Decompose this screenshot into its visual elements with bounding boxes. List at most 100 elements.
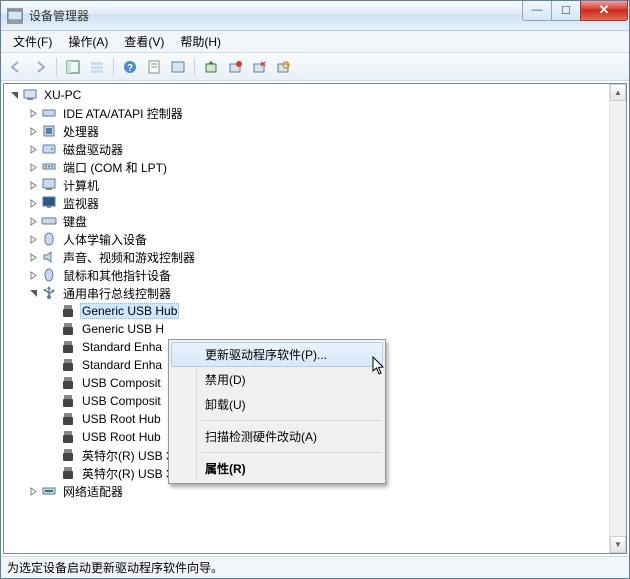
tree-label: 磁盘驱动器 [61, 140, 125, 159]
expander-icon[interactable] [25, 249, 41, 265]
usbdev-icon [60, 447, 76, 463]
properties-button[interactable] [143, 56, 165, 78]
tree-label: USB Composit [80, 375, 163, 391]
titlebar: 设备管理器 — ☐ ✕ [1, 1, 629, 31]
svg-text:?: ? [127, 63, 133, 74]
context-menu-item[interactable]: 属性(R) [171, 456, 383, 481]
tree-device[interactable]: Generic USB Hub [4, 302, 609, 320]
ide-icon [41, 105, 57, 121]
context-menu-item[interactable]: 禁用(D) [171, 367, 383, 392]
expander-icon[interactable] [44, 447, 60, 463]
statusbar: 为选定设备启动更新驱动程序软件向导。 [1, 556, 629, 578]
tree-category[interactable]: 磁盘驱动器 [4, 140, 609, 158]
expander-icon[interactable] [6, 87, 22, 103]
context-menu-item[interactable]: 卸载(U) [171, 392, 383, 417]
tree-label: Generic USB Hub [80, 303, 179, 319]
cpu-icon [41, 123, 57, 139]
expander-icon[interactable] [25, 141, 41, 157]
tree-category[interactable]: 网络适配器 [4, 482, 609, 500]
scan-hardware-button[interactable] [272, 56, 294, 78]
expander-icon[interactable] [44, 339, 60, 355]
expander-icon[interactable] [44, 429, 60, 445]
tree-category[interactable]: 声音、视频和游戏控制器 [4, 248, 609, 266]
context-menu: 更新驱动程序软件(P)...禁用(D)卸载(U) 扫描检测硬件改动(A) 属性(R) [168, 339, 386, 484]
expander-icon[interactable] [44, 321, 60, 337]
refresh-button[interactable] [167, 56, 189, 78]
menubar: 文件(F) 操作(A) 查看(V) 帮助(H) [1, 31, 629, 53]
tree-device[interactable]: Generic USB H [4, 320, 609, 338]
tree-label: 鼠标和其他指针设备 [61, 266, 173, 285]
net-icon [41, 483, 57, 499]
sound-icon [41, 249, 57, 265]
tree-category[interactable]: 计算机 [4, 176, 609, 194]
expander-icon[interactable] [44, 411, 60, 427]
tree-category[interactable]: IDE ATA/ATAPI 控制器 [4, 104, 609, 122]
scroll-up-arrow[interactable]: ▲ [610, 84, 626, 101]
tree-category[interactable]: 处理器 [4, 122, 609, 140]
back-button[interactable] [5, 56, 27, 78]
scroll-down-arrow[interactable]: ▼ [610, 536, 626, 553]
expander-icon[interactable] [44, 375, 60, 391]
context-menu-item[interactable]: 更新驱动程序软件(P)... [171, 342, 383, 367]
menu-help[interactable]: 帮助(H) [172, 31, 229, 52]
tree-label: USB Root Hub [80, 411, 163, 427]
menu-view[interactable]: 查看(V) [116, 31, 172, 52]
maximize-button[interactable]: ☐ [551, 1, 581, 21]
tree-category[interactable]: 人体学输入设备 [4, 230, 609, 248]
tree-category[interactable]: 通用串行总线控制器 [4, 284, 609, 302]
tree-label: XU-PC [42, 87, 83, 103]
expander-icon[interactable] [25, 159, 41, 175]
expander-icon[interactable] [44, 393, 60, 409]
expander-icon[interactable] [25, 213, 41, 229]
tree-label: Generic USB H [80, 321, 166, 337]
tree-root[interactable]: XU-PC [4, 86, 609, 104]
usbdev-icon [60, 357, 76, 373]
root-icon [22, 87, 38, 103]
expander-icon[interactable] [25, 483, 41, 499]
computer-icon [41, 177, 57, 193]
vertical-scrollbar[interactable]: ▲ ▼ [609, 84, 626, 553]
expander-icon[interactable] [25, 177, 41, 193]
context-menu-item[interactable]: 扫描检测硬件改动(A) [171, 424, 383, 449]
expander-icon[interactable] [25, 123, 41, 139]
device-manager-window: 设备管理器 — ☐ ✕ 文件(F) 操作(A) 查看(V) 帮助(H) ? XU… [0, 0, 630, 579]
forward-button[interactable] [29, 56, 51, 78]
expander-icon[interactable] [44, 357, 60, 373]
tree-label: 键盘 [61, 212, 89, 231]
expander-icon[interactable] [44, 303, 60, 319]
hid-icon [41, 231, 57, 247]
tree-label: 处理器 [61, 122, 101, 141]
port-icon [41, 159, 57, 175]
menu-file[interactable]: 文件(F) [5, 31, 60, 52]
tree-category[interactable]: 键盘 [4, 212, 609, 230]
show-hidden-button[interactable] [62, 56, 84, 78]
expander-icon[interactable] [25, 195, 41, 211]
keyboard-icon [41, 213, 57, 229]
tree-category[interactable]: 端口 (COM 和 LPT) [4, 158, 609, 176]
uninstall-button[interactable] [248, 56, 270, 78]
expander-icon[interactable] [25, 231, 41, 247]
context-menu-separator [201, 420, 381, 421]
tree-label: Standard Enha [80, 357, 164, 373]
expander-icon[interactable] [25, 285, 41, 301]
usbdev-icon [60, 303, 76, 319]
tree-label: USB Composit [80, 393, 163, 409]
disable-button[interactable] [224, 56, 246, 78]
minimize-button[interactable]: — [522, 1, 552, 21]
close-button[interactable]: ✕ [580, 1, 628, 21]
tree-category[interactable]: 鼠标和其他指针设备 [4, 266, 609, 284]
update-driver-button[interactable] [200, 56, 222, 78]
window-buttons: — ☐ ✕ [523, 1, 629, 21]
expander-icon[interactable] [44, 465, 60, 481]
expander-icon[interactable] [25, 267, 41, 283]
tree-label: IDE ATA/ATAPI 控制器 [61, 104, 185, 123]
tree-label: 声音、视频和游戏控制器 [61, 248, 197, 267]
view-button[interactable] [86, 56, 108, 78]
usbdev-icon [60, 465, 76, 481]
help-button[interactable]: ? [119, 56, 141, 78]
tree-label: 监视器 [61, 194, 101, 213]
expander-icon[interactable] [25, 105, 41, 121]
tree-category[interactable]: 监视器 [4, 194, 609, 212]
tree-label: 网络适配器 [61, 482, 125, 501]
menu-action[interactable]: 操作(A) [60, 31, 116, 52]
